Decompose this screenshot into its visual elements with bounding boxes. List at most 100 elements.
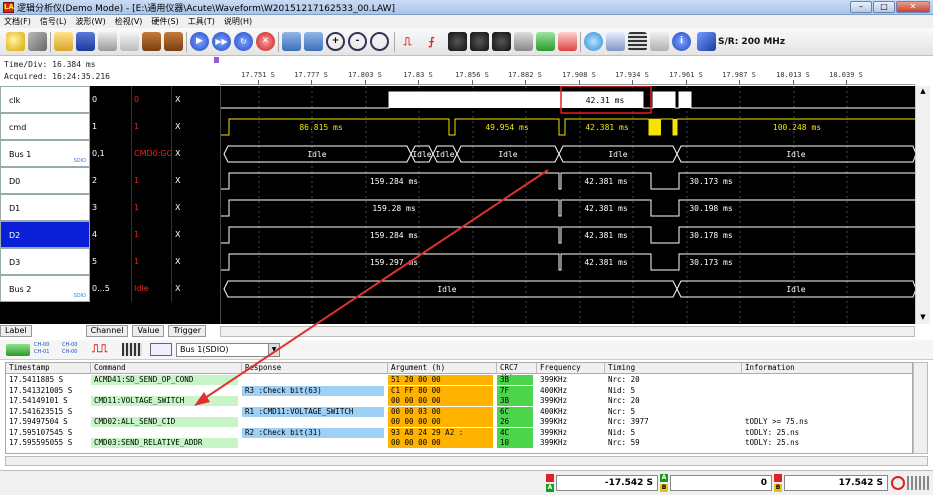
table-row[interactable]: 17.595107545 S R2 :Check bit(31) 93 A8 24 … xyxy=(6,427,912,438)
table-row[interactable]: 17.5411885 S ACMD41:SD_SEND_OP_COND 51 20 … xyxy=(6,375,912,385)
column-header-command[interactable]: Command xyxy=(91,363,242,374)
search-prev-icon[interactable] xyxy=(470,32,489,51)
signal-trigger[interactable]: X xyxy=(172,140,220,167)
run-continuous-icon[interactable]: ↻ xyxy=(234,32,253,51)
signal-row-bus2[interactable]: Bus 2 SDIO 0...5 Idle X xyxy=(0,275,220,302)
signal-row-clk[interactable]: clk 0 0 X xyxy=(0,86,220,113)
table-horizontal-scrollbar[interactable] xyxy=(5,456,928,466)
signal-label[interactable]: Bus 1 SDIO xyxy=(0,140,90,167)
clock-icon[interactable] xyxy=(891,476,905,490)
waveform-area[interactable]: 42.31 ms 86.815 ms 49.954 ms 42.381 ms 1… xyxy=(220,86,916,324)
zoom-in-icon[interactable]: + xyxy=(326,32,345,51)
briefcase-open-icon[interactable] xyxy=(164,32,183,51)
waveform-horizontal-scrollbar[interactable] xyxy=(220,326,915,337)
zoom-fit-icon[interactable] xyxy=(370,32,389,51)
menu-view[interactable]: 检视(V) xyxy=(115,15,143,28)
tab-channel[interactable]: Channel xyxy=(85,325,129,337)
signal-label[interactable]: D3 xyxy=(0,248,90,275)
search-next-icon[interactable] xyxy=(448,32,467,51)
column-header-timing[interactable]: Timing xyxy=(605,363,742,374)
sample-rate-icon[interactable] xyxy=(697,32,716,51)
channel-a-icon[interactable]: CH-00 CH-01 xyxy=(34,342,49,356)
zoom-out-icon[interactable]: - xyxy=(348,32,367,51)
bus-icon[interactable] xyxy=(150,343,172,356)
signal-row-d3[interactable]: D3 5 1 X xyxy=(0,248,220,275)
filter-trigger-icon[interactable]: ⨍ xyxy=(422,32,441,51)
bar-icon[interactable] xyxy=(122,343,142,356)
signal-trigger[interactable]: X xyxy=(172,194,220,221)
signal-label[interactable]: Bus 2 SDIO xyxy=(0,275,90,302)
menu-tools[interactable]: 工具(T) xyxy=(188,15,215,28)
table-row[interactable]: 17.59497504 S CMD02:ALL_SEND_CID 00 00 00 … xyxy=(6,417,912,427)
signal-label[interactable]: cmd xyxy=(0,113,90,140)
signal-trigger[interactable]: X xyxy=(172,221,220,248)
column-header-crc7[interactable]: CRC7 (h) xyxy=(497,363,537,382)
signal-row-d0[interactable]: D0 2 1 X xyxy=(0,167,220,194)
protocol-settings-icon[interactable] xyxy=(6,344,30,356)
column-header-frequency[interactable]: Frequency xyxy=(537,363,605,374)
bus-select[interactable]: Bus 1(SDIO) ▼ xyxy=(176,343,280,357)
menu-help[interactable]: 说明(H) xyxy=(224,15,252,28)
chevron-down-icon[interactable]: ▼ xyxy=(268,344,279,356)
tab-trigger[interactable]: Trigger xyxy=(168,325,206,337)
menu-waveform[interactable]: 波形(W) xyxy=(76,15,106,28)
table-row[interactable]: 17.541321005 S R3 :Check bit(63) C1 FF 80 … xyxy=(6,385,912,396)
bulb-icon[interactable] xyxy=(6,32,25,51)
signal-row-d2[interactable]: D2 4 1 X xyxy=(0,221,220,248)
scroll-down-icon[interactable]: ▼ xyxy=(918,313,928,323)
signal-trigger[interactable]: X xyxy=(172,248,220,275)
signal-trigger[interactable]: X xyxy=(172,275,220,302)
list-icon[interactable] xyxy=(628,32,647,51)
trigger-icon[interactable]: ⎍ xyxy=(398,32,417,51)
save-icon[interactable] xyxy=(76,32,95,51)
export-icon[interactable] xyxy=(120,32,139,51)
menu-file[interactable]: 文档(F) xyxy=(4,15,31,28)
column-header-argument[interactable]: Argument (h) xyxy=(388,363,497,374)
channel-icon[interactable] xyxy=(536,32,555,51)
pulse-icon[interactable]: ⎍⎍ xyxy=(92,342,114,356)
column-header-response[interactable]: Response xyxy=(242,363,388,374)
signal-trigger[interactable]: X xyxy=(172,113,220,140)
info-icon[interactable]: i xyxy=(672,32,691,51)
signal-trigger[interactable]: X xyxy=(172,86,220,113)
signal-label[interactable]: clk xyxy=(0,86,90,113)
zoom-out-arrow-icon[interactable] xyxy=(304,32,323,51)
table-vertical-scrollbar[interactable] xyxy=(913,362,928,454)
signal-label[interactable]: D0 xyxy=(0,167,90,194)
scroll-up-icon[interactable]: ▲ xyxy=(918,87,928,97)
signal-row-bus1[interactable]: Bus 1 SDIO 0,1 CMD0:GO X xyxy=(0,140,220,167)
tab-label[interactable]: Label xyxy=(0,325,32,337)
zoom-in-arrow-icon[interactable] xyxy=(282,32,301,51)
table-row[interactable]: 17.595595055 S CMD03:SEND_RELATIVE_ADDR 00… xyxy=(6,438,912,448)
table-row[interactable]: 17.54149101 S CMD11:VOLTAGE_SWITCH 00 00 0… xyxy=(6,396,912,406)
wrench-icon[interactable] xyxy=(28,32,47,51)
waveform-vertical-scrollbar[interactable]: ▲ ▼ xyxy=(915,86,930,324)
open-folder-icon[interactable] xyxy=(54,32,73,51)
column-header-timestamp[interactable]: Timestamp xyxy=(6,363,91,374)
close-button[interactable]: ✕ xyxy=(896,1,930,13)
menu-hardware[interactable]: 硬件(S) xyxy=(151,15,178,28)
menu-signal[interactable]: 信号(L) xyxy=(40,15,67,28)
maximize-button[interactable]: □ xyxy=(873,1,895,13)
column-header-information[interactable]: Information xyxy=(742,363,912,374)
bus-decode-icon[interactable] xyxy=(558,32,577,51)
run-icon[interactable]: ▶ xyxy=(190,32,209,51)
print-icon[interactable] xyxy=(98,32,117,51)
notes-icon[interactable] xyxy=(650,32,669,51)
stop-icon[interactable]: ✕ xyxy=(256,32,275,51)
channel-b-icon[interactable]: CH-00 CH-00 xyxy=(62,342,77,356)
refresh-icon[interactable] xyxy=(584,32,603,51)
settings-icon[interactable] xyxy=(514,32,533,51)
time-ruler[interactable]: 17.751 S 17.777 S 17.803 S 17.83 S 17.856 S 1… xyxy=(220,71,915,85)
minimize-button[interactable]: – xyxy=(850,1,872,13)
window-icon[interactable] xyxy=(606,32,625,51)
run-repeat-icon[interactable]: ▶▶ xyxy=(212,32,231,51)
signal-label[interactable]: D2 xyxy=(0,221,90,248)
briefcase-icon[interactable] xyxy=(142,32,161,51)
signal-row-cmd[interactable]: cmd 1 1 X xyxy=(0,113,220,140)
search-icon[interactable] xyxy=(492,32,511,51)
signal-row-d1[interactable]: D1 3 1 X xyxy=(0,194,220,221)
signal-label[interactable]: D1 xyxy=(0,194,90,221)
signal-trigger[interactable]: X xyxy=(172,167,220,194)
tab-value[interactable]: Value xyxy=(132,325,165,337)
